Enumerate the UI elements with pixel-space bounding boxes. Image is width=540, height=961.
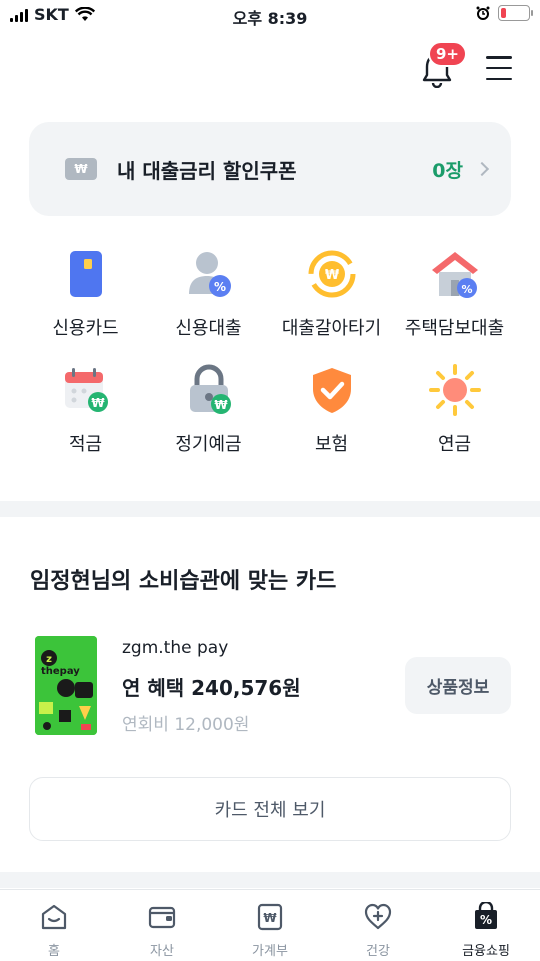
tab-health[interactable]: 건강 bbox=[324, 890, 432, 961]
svg-text:%: % bbox=[480, 913, 492, 927]
status-bar: SKT 오후 8:39 bbox=[0, 0, 540, 30]
credit-loan-icon: % bbox=[188, 252, 231, 297]
menu-item-mortgage[interactable]: % 주택담보대출 bbox=[393, 248, 516, 340]
card-image[interactable]: z thepay bbox=[35, 636, 97, 735]
product-menu-grid: 신용카드 % 신용대출 ₩ 대출갈아타기 % 주택담보대출 ₩ 적금 ₩ 정기예… bbox=[24, 248, 516, 456]
menu-item-label: 정기예금 bbox=[175, 434, 242, 455]
svg-text:%: % bbox=[213, 280, 225, 294]
menu-item-label: 대출갈아타기 bbox=[281, 318, 382, 339]
card-benefit: 연 혜택 240,576원 bbox=[122, 676, 301, 700]
credit-card-icon bbox=[69, 251, 102, 297]
menu-icon[interactable] bbox=[486, 56, 512, 80]
tab-label: 자산 bbox=[150, 944, 174, 959]
savings-icon: ₩ bbox=[64, 368, 108, 412]
tab-assets[interactable]: 자산 bbox=[108, 890, 216, 961]
insurance-icon bbox=[312, 368, 351, 413]
battery-icon bbox=[498, 5, 533, 21]
tab-home[interactable]: 홈 bbox=[0, 890, 108, 961]
alarm-icon bbox=[476, 6, 490, 20]
coupon-count: 0장 bbox=[432, 159, 463, 182]
bottom-tab-bar: 홈 자산 ₩ 가계부 건강 % 금융쇼핑 bbox=[0, 889, 540, 961]
loan-refinance-icon: ₩ bbox=[308, 250, 355, 298]
mortgage-icon: % bbox=[431, 252, 478, 298]
svg-text:₩: ₩ bbox=[263, 911, 277, 925]
product-info-button[interactable]: 상품정보 bbox=[405, 657, 511, 714]
view-all-cards-button[interactable]: 카드 전체 보기 bbox=[29, 777, 511, 841]
svg-text:z: z bbox=[46, 654, 52, 665]
tab-label: 건강 bbox=[366, 944, 390, 959]
menu-item-label: 보험 bbox=[314, 434, 349, 455]
pension-icon bbox=[428, 364, 481, 416]
status-right bbox=[476, 5, 533, 21]
menu-item-credit-loan[interactable]: % 신용대출 bbox=[147, 248, 270, 340]
menu-item-label: 연금 bbox=[437, 434, 472, 455]
recommendation-title: 임정현님의 소비습관에 맞는 카드 bbox=[30, 569, 337, 594]
menu-item-loan-refinance[interactable]: ₩ 대출갈아타기 bbox=[270, 248, 393, 340]
svg-text:%: % bbox=[461, 283, 472, 296]
svg-text:₩: ₩ bbox=[214, 398, 228, 412]
coupon-title: 내 대출금리 할인쿠폰 bbox=[117, 158, 297, 183]
ledger-icon: ₩ bbox=[257, 903, 283, 931]
tab-label: 홈 bbox=[48, 944, 60, 959]
tab-label: 금융쇼핑 bbox=[462, 944, 510, 959]
svg-text:₩: ₩ bbox=[91, 396, 105, 410]
loan-coupon-banner[interactable]: ₩ 내 대출금리 할인쿠폰 0장 bbox=[29, 122, 511, 216]
chevron-right-icon bbox=[474, 161, 490, 177]
coupon-icon: ₩ bbox=[65, 158, 97, 180]
health-icon bbox=[364, 903, 392, 930]
tab-ledger[interactable]: ₩ 가계부 bbox=[216, 890, 324, 961]
finance-shopping-icon: % bbox=[475, 902, 497, 929]
menu-item-deposit[interactable]: ₩ 정기예금 bbox=[147, 364, 270, 456]
wallet-icon bbox=[148, 906, 176, 929]
menu-item-label: 주택담보대출 bbox=[404, 318, 505, 339]
menu-item-label: 적금 bbox=[68, 434, 103, 455]
section-divider bbox=[0, 501, 540, 517]
svg-text:₩: ₩ bbox=[324, 268, 339, 283]
card-name: zgm.the pay bbox=[122, 638, 229, 658]
menu-item-pension[interactable]: 연금 bbox=[393, 364, 516, 456]
notification-badge: 9+ bbox=[428, 41, 468, 67]
svg-text:thepay: thepay bbox=[41, 666, 80, 677]
section-divider bbox=[0, 872, 540, 888]
menu-item-savings[interactable]: ₩ 적금 bbox=[24, 364, 147, 456]
menu-item-label: 신용대출 bbox=[175, 318, 242, 339]
menu-item-insurance[interactable]: 보험 bbox=[270, 364, 393, 456]
card-annual-fee: 연회비 12,000원 bbox=[122, 715, 250, 735]
clock: 오후 8:39 bbox=[232, 9, 308, 28]
home-icon bbox=[41, 904, 67, 930]
menu-item-label: 신용카드 bbox=[52, 318, 119, 339]
menu-item-credit-card[interactable]: 신용카드 bbox=[24, 248, 147, 340]
tab-label: 가계부 bbox=[252, 944, 288, 959]
tab-finance-shopping[interactable]: % 금융쇼핑 bbox=[432, 890, 540, 961]
deposit-icon: ₩ bbox=[189, 364, 231, 414]
header: 9+ bbox=[0, 30, 540, 110]
